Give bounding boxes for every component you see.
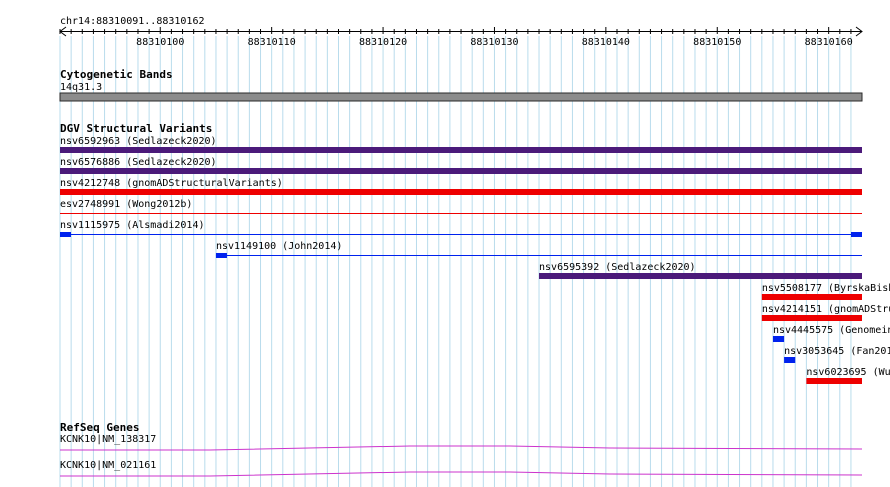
ruler-tick-label: 88310140 [582, 37, 630, 48]
variant-feature[interactable]: nsv6595392 (Sedlazeck2020) [539, 262, 862, 279]
cytoband-bar[interactable] [59, 92, 863, 102]
ruler-tick-label: 88310160 [805, 37, 853, 48]
ruler-tick-label: 88310150 [693, 37, 741, 48]
variant-bar[interactable] [784, 357, 796, 363]
variant-feature[interactable]: nsv6023695 (Wu2 [806, 367, 890, 384]
variant-bar[interactable] [772, 336, 785, 342]
genome-browser-view: chr14:88310091..88310162 88310100 8831011… [59, 16, 890, 487]
variant-label: esv2748991 (Wong2012b) [60, 199, 192, 210]
variant-label: nsv4212748 (gnomADStructuralVariants) [60, 178, 283, 189]
grid-lines [59, 36, 852, 487]
ruler-tick-label: 88310130 [470, 37, 518, 48]
variant-feature[interactable]: nsv4445575 (Genomein [772, 325, 890, 342]
cytoband-label: 14q31.3 [60, 82, 102, 93]
variant-feature[interactable]: nsv5508177 (ByrskaBish [761, 283, 890, 300]
variant-label: nsv6576886 (Sedlazeck2020) [60, 157, 217, 168]
variant-label: nsv1115975 (Alsmadi2014) [60, 220, 205, 231]
variant-label: nsv4445575 (Genomein [773, 325, 890, 336]
variant-bar[interactable] [539, 273, 862, 279]
position-label: chr14:88310091..88310162 [60, 16, 205, 27]
gene-label: KCNK10|NM_138317 [60, 434, 156, 445]
variant-label: nsv6592963 (Sedlazeck2020) [60, 136, 217, 147]
variant-label: nsv6023695 (Wu2 [806, 367, 890, 378]
variant-bar[interactable] [60, 189, 862, 195]
variant-bar[interactable] [60, 168, 862, 174]
cytoband-track-title: Cytogenetic Bands [60, 68, 173, 81]
variant-label: nsv5508177 (ByrskaBish [762, 283, 890, 294]
variant-bar[interactable] [761, 294, 862, 300]
dgv-track: DGV Structural Variants nsv6592963 (Sedl… [60, 122, 890, 384]
variant-label: nsv4214151 (gnomADStru [762, 304, 890, 315]
variant-label: nsv3053645 (Fan201 [784, 346, 890, 357]
variant-bar[interactable] [806, 378, 862, 384]
gene-label: KCNK10|NM_021161 [60, 460, 156, 471]
variant-label: nsv6595392 (Sedlazeck2020) [539, 262, 696, 273]
ruler-tick-label: 88310120 [359, 37, 407, 48]
variant-end-block[interactable] [851, 232, 862, 237]
variant-feature[interactable]: nsv4214151 (gnomADStru [761, 304, 890, 321]
ruler-tick-label: 88310110 [248, 37, 296, 48]
refseq-track-title: RefSeq Genes [60, 421, 139, 434]
variant-start-block[interactable] [60, 232, 71, 237]
dgv-track-title: DGV Structural Variants [60, 122, 212, 135]
variant-feature[interactable]: nsv3053645 (Fan201 [784, 346, 890, 363]
variant-start-block[interactable] [215, 253, 227, 258]
variant-bar[interactable] [60, 147, 862, 153]
ruler-tick-label: 88310100 [136, 37, 184, 48]
variant-label: nsv1149100 (John2014) [216, 241, 342, 252]
variant-bar[interactable] [761, 315, 862, 321]
